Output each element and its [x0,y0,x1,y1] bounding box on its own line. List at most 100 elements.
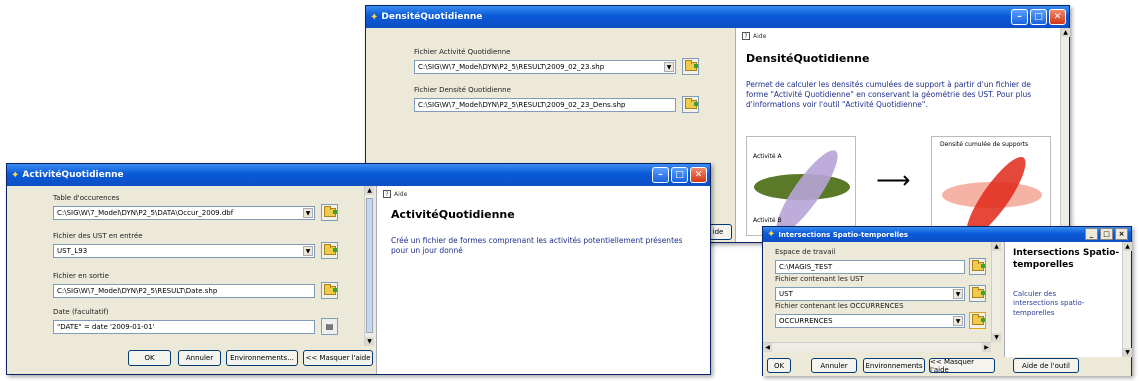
folder-icon[interactable] [321,242,338,259]
scroll-up-arrow[interactable]: ▲ [992,242,1001,251]
sortie-input[interactable]: C:\SIG\W\7_Model\DYN\P2_5\RESULT\Date.sh… [53,284,315,298]
cancel-button[interactable]: Annuler [178,350,221,366]
intersections-form: Espace de travail C:\MAGIS_TEST Fichier … [763,242,1003,357]
scroll-up-arrow[interactable]: ▲ [1123,242,1132,251]
horizontal-scrollbar[interactable]: ◀ ▶ [763,342,991,352]
arrow-right-icon: ⟶ [876,166,911,194]
scroll-up-arrow[interactable]: ▲ [1061,28,1070,37]
close-icon[interactable]: ✕ [1049,9,1066,25]
occ-value: OCCURRENCES [779,317,833,325]
maximize-icon[interactable]: □ [1030,9,1047,25]
dropdown-arrow-icon[interactable]: ▼ [953,316,963,326]
dropdown-arrow-icon[interactable]: ▼ [303,208,313,218]
espace-value: C:\MAGIS_TEST [779,263,833,271]
label-espace: Espace de travail [775,248,836,256]
help-scrollbar[interactable]: ▲ ▼ [1122,242,1132,357]
help-scrollbar[interactable]: ▲ [1060,28,1070,242]
folder-icon[interactable] [682,58,699,75]
label-sortie: Fichier en sortie [53,272,109,280]
environments-button[interactable]: Environnements... [226,350,298,366]
activite-help-text: Créé un fichier de formes comprenant les… [391,236,683,256]
diagram-result-box: Densité cumulée de supports [931,136,1051,236]
scroll-right-arrow[interactable]: ▶ [982,343,991,352]
activite-titlebar[interactable]: ✦ ActivitéQuotidienne – □ ✕ [7,164,710,186]
folder-icon[interactable] [321,282,338,299]
label-fichier-activite: Fichier Activité Quotidienne [414,48,511,56]
occ-combo[interactable]: OCCURRENCES ▼ [775,314,965,328]
maximize-icon[interactable]: □ [1100,228,1113,240]
ok-button[interactable]: OK [128,350,171,366]
dropdown-arrow-icon[interactable]: ▼ [953,289,963,299]
diagram-label-a: Activité A [753,153,782,160]
intersections-title: Intersections Spatio-temporelles [778,230,909,239]
scroll-down-arrow[interactable]: ▼ [365,337,374,346]
environments-button[interactable]: Environnements [863,358,925,373]
cancel-button[interactable]: Annuler [811,358,857,373]
dropdown-arrow-icon[interactable]: ▼ [303,246,313,256]
densite-titlebar[interactable]: ✦ DensitéQuotidienne – □ ✕ [366,6,1069,28]
label-fichier-densite: Fichier Densité Quotidienne [414,86,511,94]
folder-icon[interactable] [682,96,699,113]
close-icon[interactable]: ✕ [690,167,707,183]
folder-icon[interactable] [969,285,986,302]
form-scrollbar[interactable]: ▲ ▼ [991,242,1001,342]
intersections-titlebar[interactable]: ✦ Intersections Spatio-temporelles _ □ × [763,227,1131,242]
intersections-help-title: Intersections Spatio-temporelles [1013,248,1120,270]
intersections-help-panel: Intersections Spatio-temporelles Calcule… [1004,242,1132,357]
help-page-icon: ? [742,32,750,40]
label-ust: Fichier des UST en entrée [53,232,143,240]
densite-help-text: Permet de calculer les densités cumulées… [746,80,1032,110]
folder-icon[interactable] [321,204,338,221]
scroll-thumb[interactable] [366,198,373,333]
maximize-icon[interactable]: □ [671,167,688,183]
activite-help-title: ActivitéQuotidienne [391,208,515,221]
scroll-down-arrow[interactable]: ▼ [1123,348,1132,357]
scroll-up-arrow[interactable]: ▲ [365,186,374,195]
ust-combo[interactable]: UST_L93 ▼ [53,244,315,258]
minimize-icon[interactable]: _ [1085,228,1098,240]
fichier-activite-combo[interactable]: C:\SIG\W\7_Model\DYN\P2_5\RESULT\2009_02… [414,60,676,74]
diagram-activities-box: Activité A Activité B [746,136,856,236]
activite-form: Table d'occurences C:\SIG\W\7_Model\DYN\… [7,186,375,374]
folder-icon[interactable] [969,312,986,329]
folder-icon[interactable] [969,258,986,275]
scroll-down-arrow[interactable]: ▼ [992,333,1001,342]
minimize-icon[interactable]: – [652,167,669,183]
fichier-activite-value: C:\SIG\W\7_Model\DYN\P2_5\RESULT\2009_02… [418,63,605,71]
minimize-icon[interactable]: – [1011,9,1028,25]
densite-title: DensitéQuotidienne [381,12,483,22]
fichier-densite-input[interactable]: C:\SIG\W\7_Model\DYN\P2_5\RESULT\2009_02… [414,98,676,112]
label-table: Table d'occurences [53,194,120,202]
espace-input[interactable]: C:\MAGIS_TEST [775,260,965,274]
table-combo[interactable]: C:\SIG\W\7_Model\DYN\P2_5\DATA\Occur_200… [53,206,315,220]
sortie-value: C:\SIG\W\7_Model\DYN\P2_5\RESULT\Date.sh… [57,287,218,295]
app-icon: ✦ [11,169,20,181]
diagram-result-title: Densité cumulée de supports [940,141,1029,148]
density-diagram [942,156,1042,235]
help-tab-label: Aide [753,32,767,40]
sql-icon[interactable]: ▤ [321,318,338,335]
date-value: "DATE" = date '2009-01-01' [57,323,155,331]
tool-help-button[interactable]: Aide de l'outil [1013,358,1079,373]
close-icon[interactable]: × [1115,228,1128,240]
app-icon: ✦ [767,229,776,240]
app-icon: ✦ [370,11,379,23]
date-input[interactable]: "DATE" = date '2009-01-01' [53,320,315,334]
table-value: C:\SIG\W\7_Model\DYN\P2_5\DATA\Occur_200… [57,209,234,217]
help-tab[interactable]: ? Aide [742,32,766,40]
ok-button[interactable]: OK [767,358,791,373]
activite-help-panel: ? Aide ActivitéQuotidienne Créé un fichi… [376,186,710,374]
label-date: Date (facultatif) [53,308,109,316]
label-ust: Fichier contenant les UST [775,275,864,283]
hide-help-button[interactable]: << Masquer l'aide [303,350,373,366]
densite-help-title: DensitéQuotidienne [746,52,870,65]
ust-value: UST_L93 [57,247,88,255]
scroll-left-arrow[interactable]: ◀ [763,343,772,352]
help-tab[interactable]: ? Aide [383,190,407,198]
dropdown-arrow-icon[interactable]: ▼ [664,62,674,72]
ust-value: UST [779,290,793,298]
ust-combo[interactable]: UST ▼ [775,287,965,301]
form-scrollbar[interactable]: ▲ ▼ [364,186,374,346]
hide-help-button[interactable]: << Masquer l'aide [929,358,995,374]
help-page-icon: ? [383,190,391,198]
